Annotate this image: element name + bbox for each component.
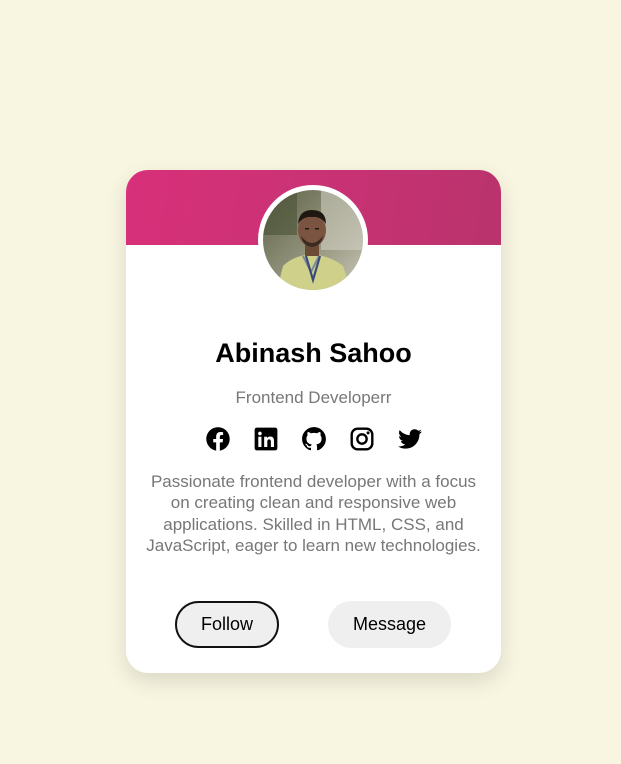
profile-name: Abinash Sahoo	[215, 338, 412, 368]
profile-bio: Passionate frontend developer with a foc…	[146, 472, 481, 556]
twitter-icon[interactable]	[397, 426, 423, 452]
avatar	[263, 190, 363, 290]
linkedin-icon[interactable]	[253, 426, 279, 452]
profile-role: Frontend Developerr	[235, 388, 392, 407]
follow-button[interactable]: Follow	[175, 601, 279, 648]
message-button[interactable]: Message	[328, 601, 451, 648]
profile-card: Abinash Sahoo Frontend Developerr Passio…	[126, 170, 501, 673]
instagram-icon[interactable]	[349, 426, 375, 452]
avatar-photo	[263, 190, 363, 290]
github-icon[interactable]	[301, 426, 327, 452]
social-links	[126, 426, 501, 452]
facebook-icon[interactable]	[205, 426, 231, 452]
avatar-frame	[258, 185, 368, 295]
